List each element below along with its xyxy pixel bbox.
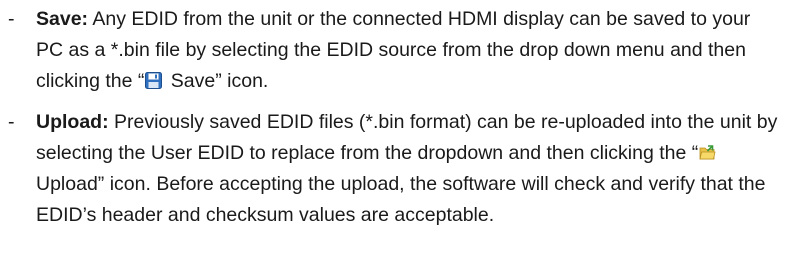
term-upload: Upload:	[36, 111, 109, 133]
list-dash: -	[8, 8, 15, 30]
list-item-save: - Save: Any EDID from the unit or the co…	[0, 4, 789, 97]
upload-folder-icon	[699, 144, 716, 161]
document-body: - Save: Any EDID from the unit or the co…	[0, 0, 789, 263]
upload-description-part2: Upload” icon. Before accepting the uploa…	[36, 173, 766, 226]
save-icon	[145, 72, 163, 89]
upload-description-part1: Previously saved EDID files (*.bin forma…	[36, 111, 778, 164]
list-dash: -	[8, 111, 15, 133]
term-save: Save:	[36, 8, 89, 30]
save-description-part2: Save” icon.	[165, 70, 269, 92]
save-description-part1: Any EDID from the unit or the connected …	[36, 8, 751, 92]
list-item-upload: - Upload: Previously saved EDID files (*…	[0, 107, 789, 231]
